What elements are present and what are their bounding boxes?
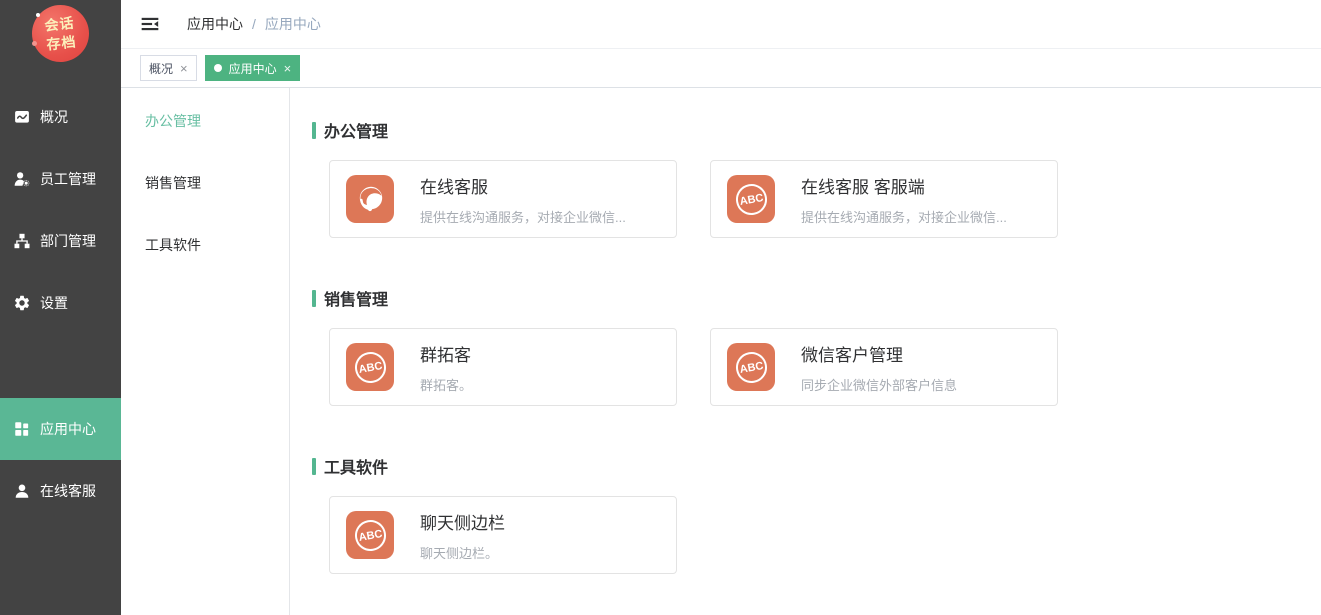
sidebar-item-departments[interactable]: 部门管理 <box>0 210 121 272</box>
sidebar-item-settings[interactable]: 设置 <box>0 272 121 334</box>
abc-badge-icon: ABC <box>727 175 775 223</box>
section-sales: 销售管理 ABC 群拓客 群拓客。 <box>312 286 1301 406</box>
app-card-group-customer[interactable]: ABC 群拓客 群拓客。 <box>329 328 677 406</box>
submenu-item-sales[interactable]: 销售管理 <box>121 152 289 214</box>
abc-badge-icon: ABC <box>346 343 394 391</box>
tab-close-icon[interactable]: × <box>180 62 188 75</box>
submenu-item-label: 工具软件 <box>145 235 201 255</box>
sidebar: 会话 存档 概况 <box>0 0 121 615</box>
secondary-sidebar: 办公管理 销售管理 工具软件 <box>121 88 290 615</box>
section-title: 办公管理 <box>312 118 1301 142</box>
top-navbar: 应用中心 / 应用中心 <box>121 0 1321 49</box>
section-title: 销售管理 <box>312 286 1301 310</box>
sidebar-item-app-center[interactable]: 应用中心 <box>0 398 121 460</box>
app-name: 在线客服 <box>420 173 626 198</box>
app-name: 微信客户管理 <box>801 341 957 366</box>
tab-label: 概况 <box>149 60 173 77</box>
section-title-text: 办公管理 <box>324 118 388 142</box>
app-description: 提供在线沟通服务，对接企业微信... <box>420 207 626 226</box>
sidebar-spacer <box>0 334 121 398</box>
apps-grid-icon <box>13 420 31 438</box>
section-office: 办公管理 <box>312 118 1301 238</box>
employee-icon <box>13 170 31 188</box>
card-text: 聊天侧边栏 聊天侧边栏。 <box>420 509 505 562</box>
card-row: ABC 群拓客 群拓客。 ABC 微信客 <box>329 328 1301 406</box>
app-name: 在线客服 客服端 <box>801 173 1007 198</box>
app-description: 同步企业微信外部客户信息 <box>801 375 957 394</box>
logo-text-line2: 存档 <box>46 32 78 53</box>
sidebar-item-employees[interactable]: 员工管理 <box>0 148 121 210</box>
sidebar-item-label: 部门管理 <box>40 231 96 251</box>
breadcrumb-level1[interactable]: 应用中心 <box>187 14 243 34</box>
sidebar-item-overview[interactable]: 概况 <box>0 86 121 148</box>
app-name: 聊天侧边栏 <box>420 509 505 534</box>
tab-app-center[interactable]: 应用中心 × <box>205 55 301 81</box>
abc-badge-icon: ABC <box>346 511 394 559</box>
sidebar-item-label: 设置 <box>40 293 68 313</box>
logo-sparkle-dot <box>36 13 40 17</box>
app-card-wechat-customer[interactable]: ABC 微信客户管理 同步企业微信外部客户信息 <box>710 328 1058 406</box>
app-root: 会话 存档 概况 <box>0 0 1321 615</box>
sidebar-item-label: 应用中心 <box>40 419 96 439</box>
app-description: 提供在线沟通服务，对接企业微信... <box>801 207 1007 226</box>
active-tab-dot <box>214 64 222 72</box>
logo-circle: 会话 存档 <box>29 2 92 65</box>
settings-gear-icon <box>13 294 31 312</box>
card-text: 在线客服 提供在线沟通服务，对接企业微信... <box>420 173 626 226</box>
sidebar-item-label: 在线客服 <box>40 481 96 501</box>
card-text: 群拓客 群拓客。 <box>420 341 472 394</box>
submenu-item-office[interactable]: 办公管理 <box>121 90 289 152</box>
sidebar-item-label: 概况 <box>40 107 68 127</box>
app-center-content: 办公管理 <box>290 88 1321 615</box>
breadcrumb: 应用中心 / 应用中心 <box>187 14 321 34</box>
headset-agent-icon <box>346 175 394 223</box>
abc-badge-icon: ABC <box>727 343 775 391</box>
card-row: ABC 聊天侧边栏 聊天侧边栏。 <box>329 496 1301 574</box>
sidebar-item-online-service[interactable]: 在线客服 <box>0 460 121 522</box>
content-row: 办公管理 销售管理 工具软件 办公管理 <box>121 88 1321 615</box>
section-accent-bar <box>312 458 316 475</box>
tabs-bar: 概况 × 应用中心 × <box>121 49 1321 88</box>
hamburger-icon <box>140 14 160 34</box>
section-title-text: 销售管理 <box>324 286 388 310</box>
logo-sparkle-dot <box>32 41 37 46</box>
app-card-chat-sidebar[interactable]: ABC 聊天侧边栏 聊天侧边栏。 <box>329 496 677 574</box>
app-description: 聊天侧边栏。 <box>420 543 505 562</box>
section-accent-bar <box>312 290 316 307</box>
app-card-online-service-agent[interactable]: ABC 在线客服 客服端 提供在线沟通服务，对接企业微信... <box>710 160 1058 238</box>
app-logo: 会话 存档 <box>0 0 121 86</box>
card-row: 在线客服 提供在线沟通服务，对接企业微信... ABC 在线客服 客服端 提供在… <box>329 160 1301 238</box>
sidebar-item-label: 员工管理 <box>40 169 96 189</box>
tab-label: 应用中心 <box>229 60 277 77</box>
section-title: 工具软件 <box>312 454 1301 478</box>
app-description: 群拓客。 <box>420 375 472 394</box>
breadcrumb-separator: / <box>252 16 256 32</box>
submenu-item-label: 销售管理 <box>145 173 201 193</box>
section-accent-bar <box>312 122 316 139</box>
tab-close-icon[interactable]: × <box>284 62 292 75</box>
section-tools: 工具软件 ABC 聊天侧边栏 聊天侧边栏。 <box>312 454 1301 574</box>
submenu-item-tools[interactable]: 工具软件 <box>121 214 289 276</box>
card-text: 微信客户管理 同步企业微信外部客户信息 <box>801 341 957 394</box>
section-title-text: 工具软件 <box>324 454 388 478</box>
card-text: 在线客服 客服端 提供在线沟通服务，对接企业微信... <box>801 173 1007 226</box>
app-card-online-service[interactable]: 在线客服 提供在线沟通服务，对接企业微信... <box>329 160 677 238</box>
sidebar-collapse-button[interactable] <box>121 14 174 34</box>
tab-overview[interactable]: 概况 × <box>140 55 197 81</box>
department-icon <box>13 232 31 250</box>
app-name: 群拓客 <box>420 341 472 366</box>
submenu-item-label: 办公管理 <box>145 111 201 131</box>
breadcrumb-level2: 应用中心 <box>265 14 321 34</box>
dashboard-icon <box>13 108 31 126</box>
agent-person-icon <box>13 482 31 500</box>
main-column: 应用中心 / 应用中心 概况 × 应用中心 × 办公管理 <box>121 0 1321 615</box>
